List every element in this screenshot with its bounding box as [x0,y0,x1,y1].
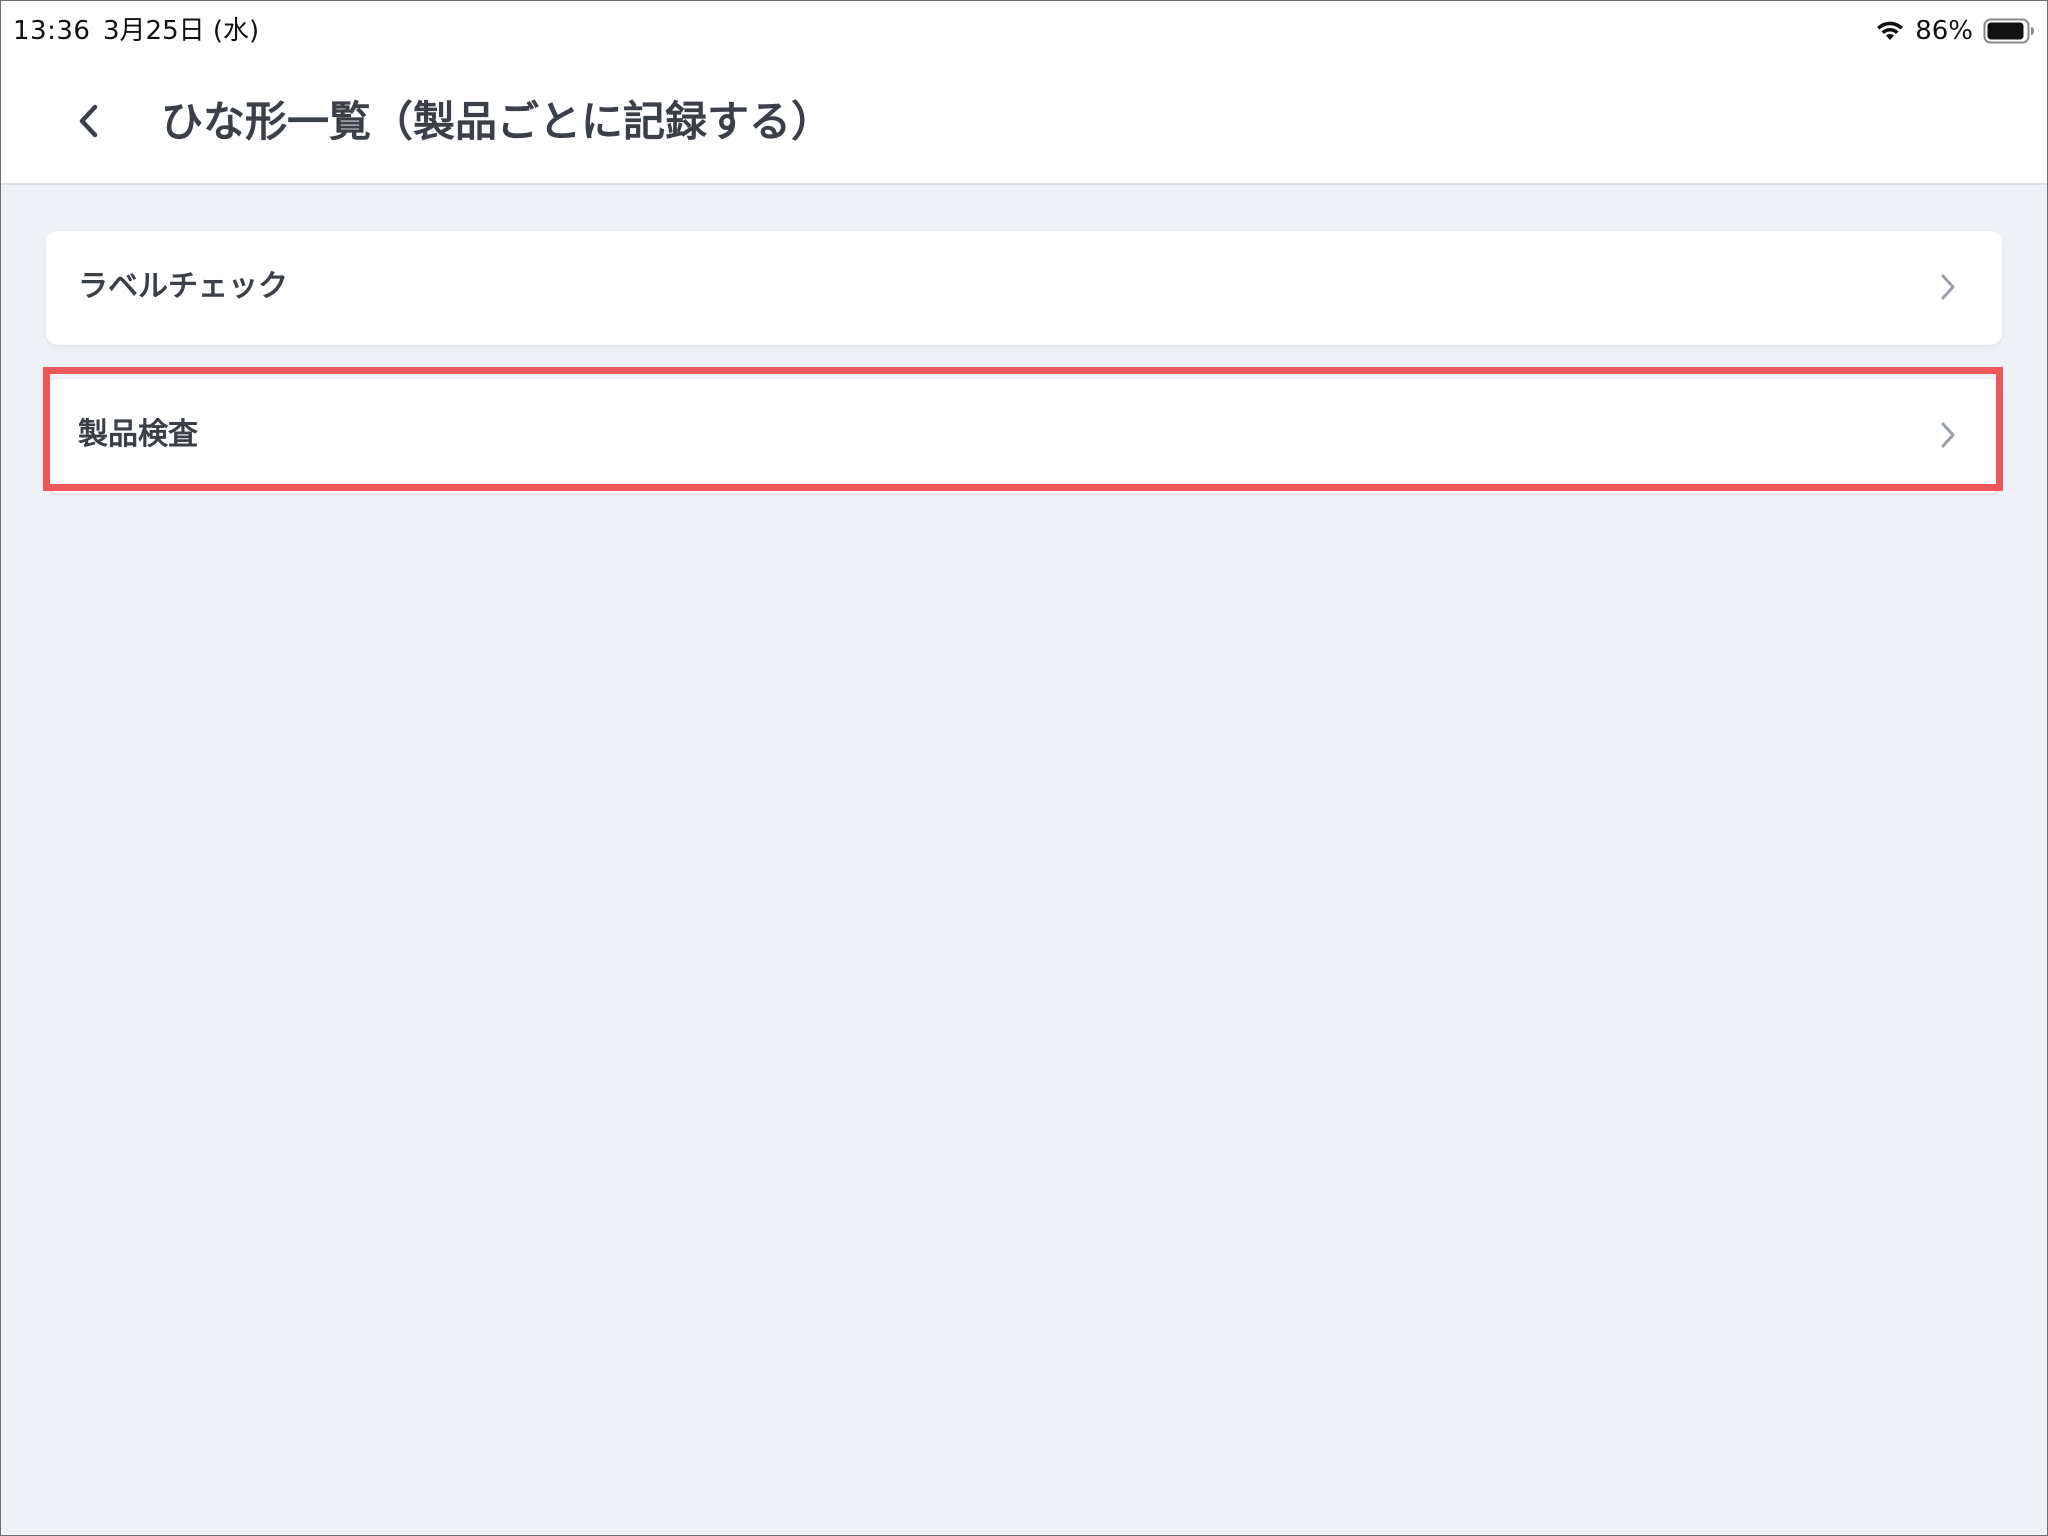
status-indicators: 86% [1875,15,2035,47]
battery-icon [1983,18,2034,44]
status-bar: 13:36 3月25日 (水) 86% [1,1,2047,59]
list-item-label: 製品検査 [78,417,198,452]
header: ひな形一覧（製品ごとに記録する） [1,59,2047,185]
back-button[interactable] [65,93,113,149]
battery-percent: 86% [1915,16,1973,46]
wifi-icon [1877,21,1904,40]
status-date: 3月25日 (水) [103,16,260,46]
list-item-label: ラベルチェック [78,269,288,304]
chevron-right-icon [1941,274,1955,300]
chevron-right-icon [1941,422,1955,448]
app-screen: 13:36 3月25日 (水) 86% ひな形一覧（製品ごとに記録する） ラベル… [0,0,2048,1536]
list-item-product-inspection[interactable]: 製品検査 [46,379,2002,493]
page-title: ひな形一覧（製品ごとに記録する） [161,97,834,146]
list-item-label-check[interactable]: ラベルチェック [46,231,2002,345]
status-time: 13:36 [13,16,91,46]
chevron-left-icon [79,104,98,138]
